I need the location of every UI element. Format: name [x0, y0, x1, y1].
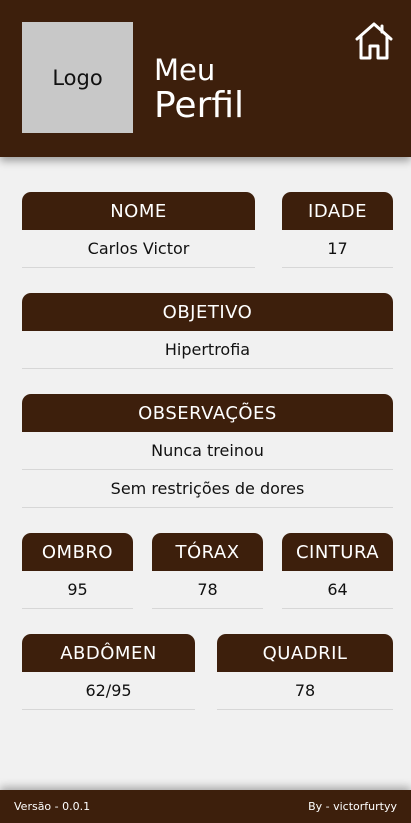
torax-card: TÓRAX 78: [152, 533, 263, 609]
ombro-label: OMBRO: [22, 533, 133, 571]
observacoes-label: OBSERVAÇÕES: [22, 394, 393, 432]
quadril-card: QUADRIL 78: [217, 634, 393, 710]
quadril-label: QUADRIL: [217, 634, 393, 672]
objetivo-value: Hipertrofia: [22, 331, 393, 369]
torax-value: 78: [152, 571, 263, 609]
app-footer: Versão - 0.0.1 By - victorfurtyy: [0, 790, 411, 823]
quadril-value: 78: [217, 672, 393, 710]
observacoes-card: OBSERVAÇÕES Nunca treinou Sem restrições…: [22, 394, 393, 508]
abdomen-value: 62/95: [22, 672, 195, 710]
logo-placeholder: Logo: [22, 22, 133, 133]
ombro-card: OMBRO 95: [22, 533, 133, 609]
nome-value: Carlos Victor: [22, 230, 255, 268]
idade-value: 17: [282, 230, 393, 268]
logo-text: Logo: [52, 65, 103, 90]
page-title-line2: Perfil: [154, 85, 245, 126]
version-text: Versão - 0.0.1: [14, 800, 91, 813]
torax-label: TÓRAX: [152, 533, 263, 571]
nome-card: NOME Carlos Victor: [22, 192, 255, 268]
idade-card: IDADE 17: [282, 192, 393, 268]
cintura-value: 64: [282, 571, 393, 609]
author-text: By - victorfurtyy: [308, 800, 397, 813]
observacao-item: Sem restrições de dores: [22, 470, 393, 508]
abdomen-label: ABDÔMEN: [22, 634, 195, 672]
observacao-item: Nunca treinou: [22, 432, 393, 470]
cintura-card: CINTURA 64: [282, 533, 393, 609]
nome-label: NOME: [22, 192, 255, 230]
cintura-label: CINTURA: [282, 533, 393, 571]
home-button[interactable]: [354, 21, 394, 61]
ombro-value: 95: [22, 571, 133, 609]
objetivo-label: OBJETIVO: [22, 293, 393, 331]
app-header: Logo Meu Perfil: [0, 0, 411, 157]
page-title: Meu Perfil: [154, 56, 244, 124]
home-icon: [355, 22, 393, 60]
objetivo-card: OBJETIVO Hipertrofia: [22, 293, 393, 369]
idade-label: IDADE: [282, 192, 393, 230]
page-title-line1: Meu: [154, 53, 216, 87]
abdomen-card: ABDÔMEN 62/95: [22, 634, 195, 710]
